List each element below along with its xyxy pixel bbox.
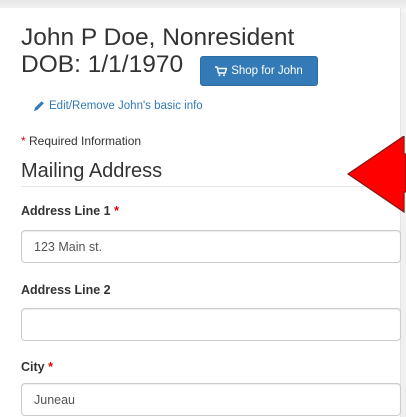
address-line-2-input[interactable] <box>21 308 401 341</box>
profile-panel: John P Doe, Nonresident DOB: 1/1/1970 Sh… <box>0 8 401 417</box>
person-dob-heading: DOB: 1/1/1970 <box>21 51 184 78</box>
section-title: Mailing Address <box>21 160 163 182</box>
required-star: * <box>114 204 119 218</box>
person-name-heading: John P Doe, Nonresident <box>21 24 295 51</box>
shop-button-label: Shop for John <box>231 65 303 77</box>
edit-basic-info-link[interactable]: Edit/Remove John's basic info <box>33 100 203 112</box>
address-line-1-label-text: Address Line 1 <box>21 204 111 218</box>
address-line-2-label-text: Address Line 2 <box>21 283 111 297</box>
city-label-text: City <box>21 360 45 374</box>
red-arrow-icon <box>346 136 406 214</box>
city-label: City * <box>21 360 53 374</box>
address-line-1-value: 123 Main st. <box>34 239 103 254</box>
required-info-text: Required Information <box>25 134 142 148</box>
required-star: * <box>48 360 53 374</box>
pencil-icon <box>34 101 44 111</box>
section-divider <box>21 186 401 187</box>
address-line-1-input[interactable]: 123 Main st. <box>21 230 401 263</box>
address-line-1-label: Address Line 1 * <box>21 204 119 218</box>
cart-icon <box>215 65 228 76</box>
address-line-2-label: Address Line 2 <box>21 283 111 297</box>
required-info-note: * Required Information <box>21 134 141 148</box>
city-input[interactable]: Juneau <box>21 383 401 416</box>
shop-for-john-button[interactable]: Shop for John <box>200 56 318 86</box>
edit-link-label: Edit/Remove John's basic info <box>49 100 203 112</box>
city-value: Juneau <box>34 392 76 407</box>
